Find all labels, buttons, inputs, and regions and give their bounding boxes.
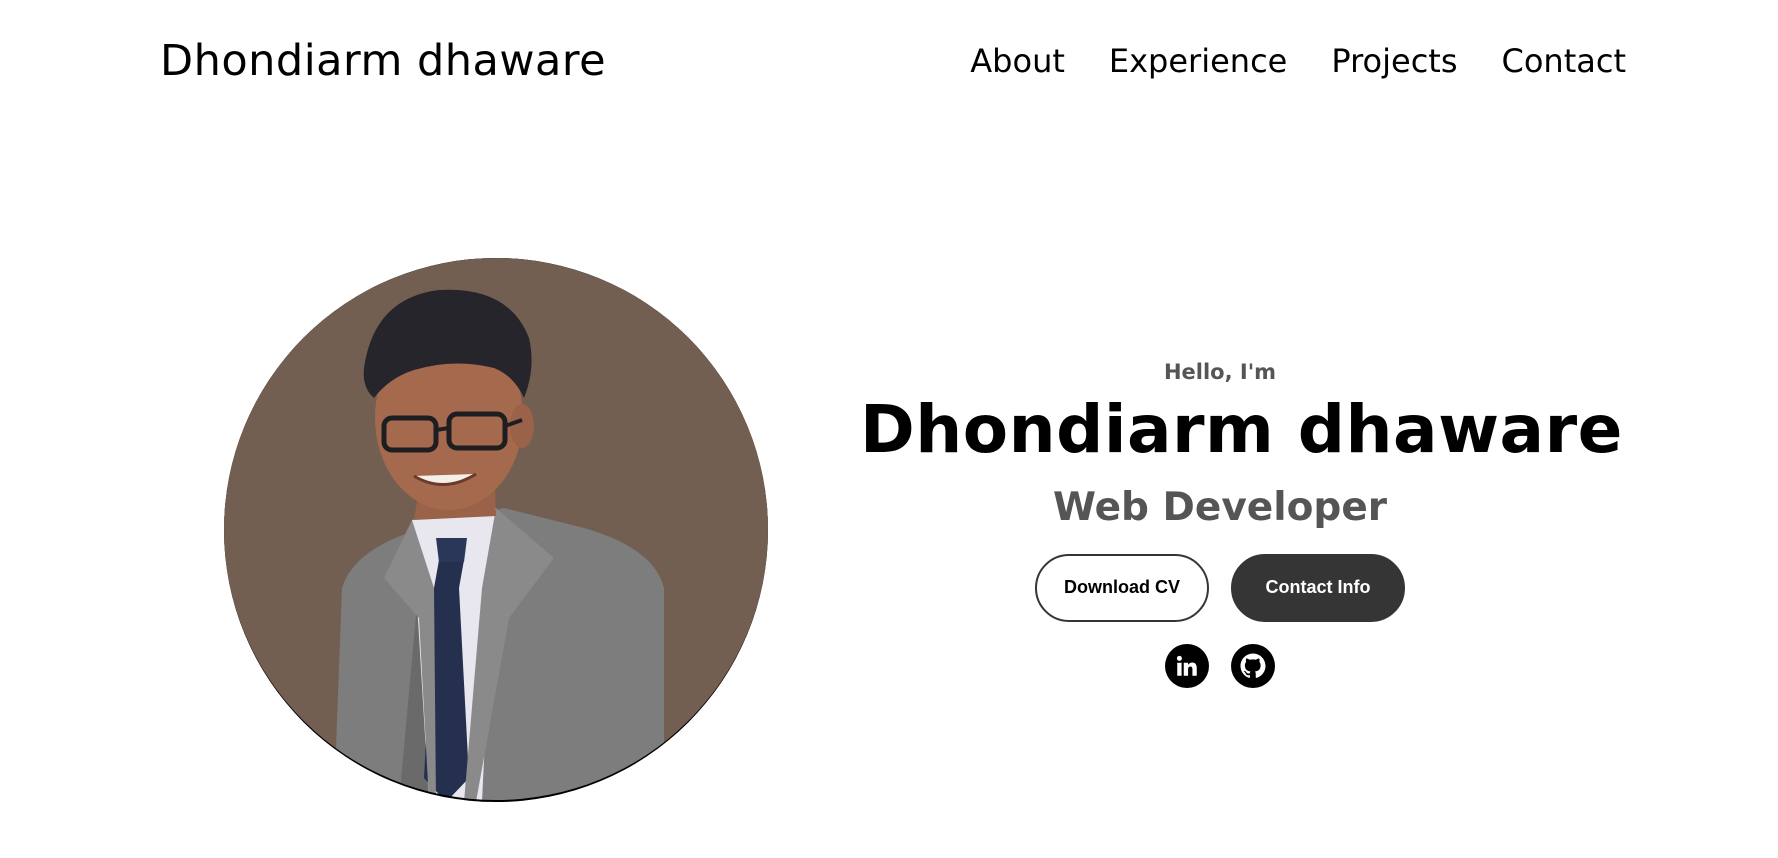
nav-item-contact: Contact <box>1502 42 1627 80</box>
linkedin-icon[interactable] <box>1165 643 1209 688</box>
main-nav: About Experience Projects Contact <box>970 42 1626 80</box>
portfolio-page: Dhondiarm dhaware About Experience Proje… <box>0 0 1778 858</box>
profile-picture <box>224 258 768 802</box>
site-logo[interactable]: Dhondiarm dhaware <box>160 36 606 86</box>
nav-item-experience: Experience <box>1109 42 1287 80</box>
greeting-text: Hello, I'm <box>1163 360 1277 384</box>
github-icon[interactable] <box>1231 643 1275 688</box>
social-links <box>860 643 1580 688</box>
contact-info-button[interactable]: Contact Info <box>1231 553 1405 622</box>
nav-link-experience[interactable]: Experience <box>1109 42 1287 80</box>
hero-name: Dhondiarm dhaware <box>860 391 1623 468</box>
nav-link-contact[interactable]: Contact <box>1502 42 1627 80</box>
nav-link-projects[interactable]: Projects <box>1331 42 1457 80</box>
nav-link-about[interactable]: About <box>970 42 1065 80</box>
nav-item-projects: Projects <box>1331 42 1457 80</box>
hero-buttons: Download CV Contact Info <box>860 553 1580 622</box>
profile-photo-illustration <box>224 258 768 802</box>
nav-item-about: About <box>970 42 1065 80</box>
role-title: Web Developer <box>1052 484 1388 530</box>
download-cv-button[interactable]: Download CV <box>1035 553 1209 622</box>
hero-section: Hello, I'm Dhondiarm dhaware Web Develop… <box>860 360 1623 688</box>
